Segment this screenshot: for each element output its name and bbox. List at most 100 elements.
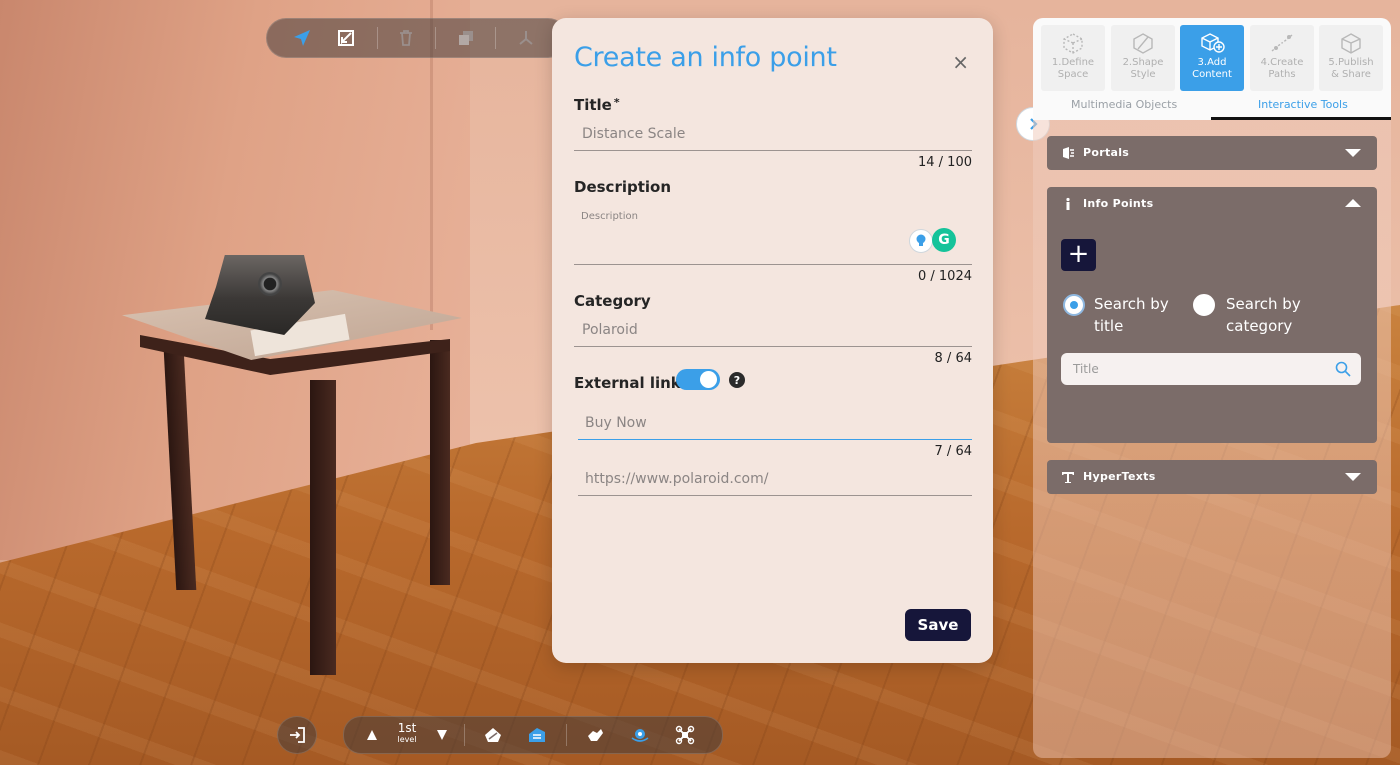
table-leg [430,340,450,585]
title-label-text: Title [574,96,612,114]
step-label: 5.Publish [1328,57,1374,68]
toolbar-divider [495,27,496,49]
radio-label-line: Search by [1226,295,1301,313]
search-icon[interactable] [1335,361,1351,377]
navigate-arrow-icon[interactable] [289,25,315,51]
radio-search-by-category[interactable] [1193,294,1215,316]
description-label: Description [574,178,672,196]
exit-icon [290,727,305,743]
category-input-value: Polaroid [582,322,638,338]
cube-dashed-icon [1063,33,1083,54]
info-points-header[interactable]: Info Points [1061,187,1153,221]
step-label: Space [1057,69,1089,80]
url-input[interactable]: https://www.polaroid.com/ [578,462,972,496]
step-add-content[interactable]: 3.Add Content [1180,25,1244,91]
duplicate-icon[interactable] [453,25,479,51]
portals-section[interactable]: Portals [1047,136,1377,170]
search-by-category-label[interactable]: Search by category [1226,293,1301,337]
link-text-counter: 7 / 64 [934,444,972,459]
step-label: 2.Shape [1122,57,1164,68]
chevron-down-icon [1345,473,1361,481]
cube-add-icon [1201,33,1225,53]
hypertexts-section[interactable]: HyperTexts [1047,460,1377,494]
cube-brush-icon [1133,33,1153,54]
title-input[interactable]: Distance Scale [574,116,972,151]
chevron-up-icon[interactable] [1345,199,1361,207]
required-mark: * [613,96,620,109]
title-input-value: Distance Scale [582,126,686,142]
url-value: https://www.polaroid.com/ [585,471,769,487]
info-point-search-input[interactable]: Title [1061,353,1361,385]
hypertexts-header: HyperTexts [1083,470,1156,483]
toolbar-divider [566,724,567,746]
axes-icon[interactable] [513,25,539,51]
step-label: 4.Create [1260,57,1304,68]
drone-icon[interactable] [674,724,696,746]
title-label: Title * [574,96,620,114]
level-label: level [397,735,417,744]
step-label: 1.Define [1051,57,1095,68]
create-info-point-dialog: Create an info point × Title * Distance S… [552,18,993,663]
toolbar-divider [377,27,378,49]
step-shape-style[interactable]: 2.Shape Style [1111,25,1175,91]
step-label: Paths [1268,69,1296,80]
help-icon[interactable]: ? [729,372,745,388]
camera-360-icon[interactable] [629,724,651,746]
radio-search-by-title[interactable] [1063,294,1085,316]
toolbar-divider [435,27,436,49]
search-by-title-label[interactable]: Search by title [1094,293,1169,337]
select-box-icon[interactable] [333,25,359,51]
step-publish-share[interactable]: 5.Publish & Share [1319,25,1383,91]
link-text-input[interactable]: Buy Now [578,404,972,440]
radio-label-line: title [1094,317,1124,335]
step-define-space[interactable]: 1.Define Space [1041,25,1105,91]
add-info-point-button[interactable]: + [1061,239,1096,271]
title-counter: 14 / 100 [918,155,972,170]
top-toolbar [266,18,568,58]
tab-multimedia-objects[interactable]: Multimedia Objects [1071,98,1177,111]
category-label: Category [574,292,651,310]
category-input[interactable]: Polaroid [574,312,972,347]
step-label: Content [1192,69,1232,80]
external-link-label: External link [574,374,681,392]
search-placeholder: Title [1073,362,1099,376]
chevron-down-icon [1345,149,1361,157]
dialog-title: Create an info point [574,42,837,73]
radio-label-line: category [1226,317,1293,335]
save-button[interactable]: Save [905,609,971,641]
toggle-knob [700,371,717,388]
level-value: 1st [397,721,417,735]
step-create-paths[interactable]: 4.Create Paths [1250,25,1314,91]
hand-icon[interactable] [584,724,606,746]
info-points-section: Info Points + Search by title Search by … [1047,187,1377,443]
external-link-toggle[interactable] [676,369,720,390]
cube-icon [1341,33,1361,54]
grammarly-icon[interactable]: G [932,228,956,252]
step-label: & Share [1331,69,1371,80]
floorplan-icon[interactable] [526,724,548,746]
tab-interactive-tools[interactable]: Interactive Tools [1258,98,1348,111]
category-counter: 8 / 64 [934,351,972,366]
table-leg [310,380,336,675]
camera-lens [258,272,282,296]
editor-panel: 1.Define Space 2.Shape Style 3.Add Conte… [1033,18,1391,758]
paths-icon [1271,34,1293,52]
step-label: 3.Add [1197,57,1227,68]
description-placeholder: Description [581,211,638,222]
level-indicator: 1st level [394,721,420,745]
close-icon[interactable]: × [952,52,969,72]
active-tab-indicator [1211,117,1391,120]
step-label: Style [1130,69,1156,80]
portals-header: Portals [1083,146,1130,159]
home-view-icon[interactable] [482,724,504,746]
lightbulb-icon[interactable] [909,229,933,253]
link-text-value: Buy Now [585,415,647,431]
level-up-icon[interactable] [361,724,383,746]
bottom-toolbar: 1st level [343,716,723,754]
trash-icon[interactable] [393,25,419,51]
radio-label-line: Search by [1094,295,1169,313]
description-counter: 0 / 1024 [918,269,972,284]
toolbar-divider [464,724,465,746]
level-down-icon[interactable] [431,724,453,746]
exit-button[interactable] [277,716,317,754]
